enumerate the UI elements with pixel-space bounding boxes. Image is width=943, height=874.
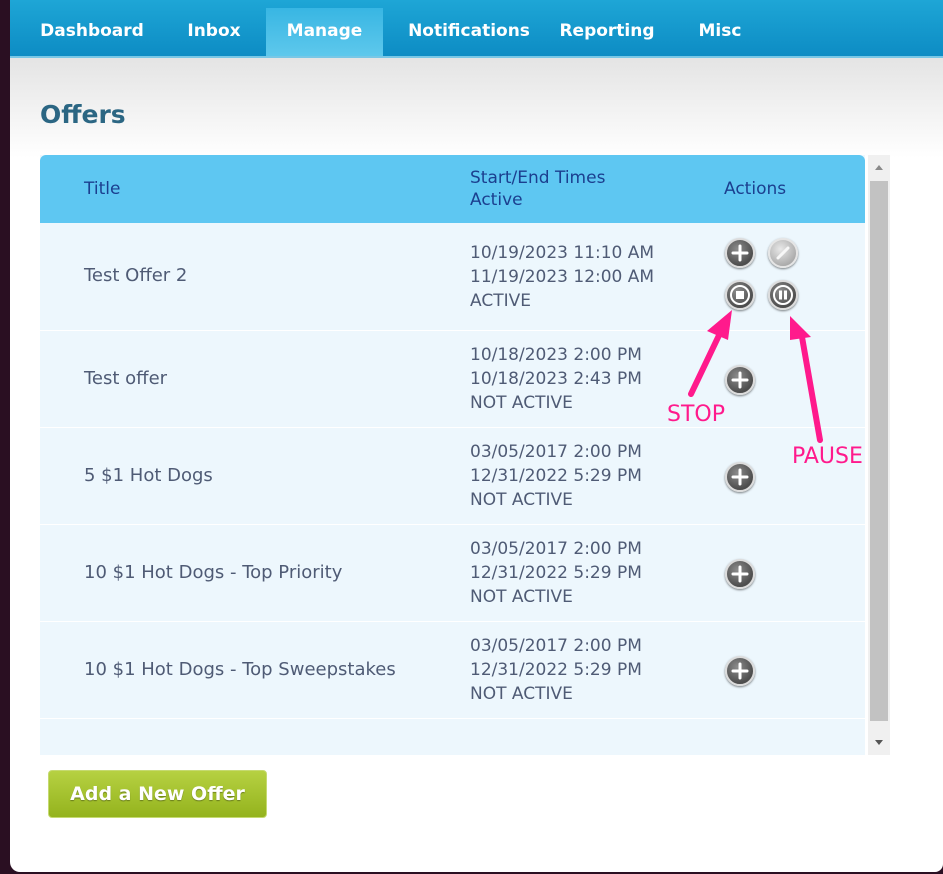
offer-status: NOT ACTIVE	[470, 393, 573, 413]
add-icon[interactable]	[725, 559, 755, 589]
offer-start-time: 10/19/2023 11:10 AM	[470, 243, 655, 263]
offer-end-time: 12/31/2022 5:29 PM	[470, 660, 642, 680]
add-icon[interactable]	[725, 365, 755, 395]
table-row: 10 $1 Hot Dogs - Top Sweepstakes 03/05/2…	[40, 622, 865, 719]
offer-status: NOT ACTIVE	[470, 490, 573, 510]
table-header: Title Start/End Times Active Actions	[40, 155, 865, 223]
table-row: 10 $1 Hot Dogs - Top Priority 03/05/2017…	[40, 525, 865, 622]
stop-icon[interactable]	[725, 280, 755, 310]
column-header-title: Title	[84, 179, 121, 199]
nav-misc[interactable]: Misc	[686, 8, 754, 56]
offer-status: NOT ACTIVE	[470, 684, 573, 704]
pause-icon[interactable]	[768, 280, 798, 310]
add-new-offer-button[interactable]: Add a New Offer	[48, 770, 267, 818]
offer-start-time: 03/05/2017 2:00 PM	[470, 539, 642, 559]
offer-times: 03/05/2017 2:00 PM 12/31/2022 5:29 PM NO…	[470, 537, 642, 609]
nav-inbox[interactable]: Inbox	[168, 8, 260, 56]
table-row: Test offer 10/18/2023 2:00 PM 10/18/2023…	[40, 331, 865, 428]
offer-start-time: 03/05/2017 2:00 PM	[470, 442, 642, 462]
nav-dashboard[interactable]: Dashboard	[30, 8, 154, 56]
column-header-times-line2: Active	[470, 190, 523, 210]
nav-notifications[interactable]: Notifications	[394, 8, 544, 56]
offer-times: 03/05/2017 2:00 PM 12/31/2022 5:29 PM NO…	[470, 634, 642, 706]
nav-manage[interactable]: Manage	[266, 8, 383, 56]
offer-times: 10/18/2023 2:00 PM 10/18/2023 2:43 PM NO…	[470, 343, 642, 415]
offer-end-time: 10/18/2023 2:43 PM	[470, 369, 642, 389]
offer-title[interactable]: Test offer	[84, 368, 167, 389]
add-icon[interactable]	[725, 462, 755, 492]
offer-title[interactable]: Test Offer 2	[84, 265, 187, 286]
offer-end-time: 12/31/2022 5:29 PM	[470, 563, 642, 583]
offer-title[interactable]: 10 $1 Hot Dogs - Top Priority	[84, 562, 342, 583]
offer-times: 03/05/2017 2:00 PM 12/31/2022 5:29 PM NO…	[470, 440, 642, 512]
page-title: Offers	[40, 100, 126, 129]
top-navigation: Dashboard Inbox Manage Notifications Rep…	[10, 0, 943, 58]
table-row: Test Offer 2 10/19/2023 11:10 AM 11/19/2…	[40, 223, 865, 331]
app-frame: Dashboard Inbox Manage Notifications Rep…	[10, 0, 943, 872]
add-icon[interactable]	[725, 238, 755, 268]
table-row: 5 $1 Hot Dogs 03/05/2017 2:00 PM 12/31/2…	[40, 428, 865, 525]
offer-title[interactable]: 5 $1 Hot Dogs	[84, 465, 213, 486]
scroll-thumb[interactable]	[870, 181, 888, 721]
pause-annotation-label: PAUSE	[792, 444, 863, 469]
offer-start-time: 03/05/2017 2:00 PM	[470, 636, 642, 656]
add-icon[interactable]	[725, 656, 755, 686]
offer-title[interactable]: 10 $1 Hot Dogs - Top Sweepstakes	[84, 659, 396, 680]
column-header-times-line1: Start/End Times	[470, 168, 606, 188]
offer-end-time: 12/31/2022 5:29 PM	[470, 466, 642, 486]
content-header-bg	[10, 58, 943, 158]
edit-icon	[768, 238, 798, 268]
column-header-actions: Actions	[724, 179, 787, 199]
scroll-up-arrow-icon[interactable]	[868, 155, 890, 179]
nav-reporting[interactable]: Reporting	[552, 8, 662, 56]
offers-table: Title Start/End Times Active Actions Tes…	[40, 155, 865, 755]
offer-end-time: 11/19/2023 12:00 AM	[470, 267, 655, 287]
offer-times: 10/19/2023 11:10 AM 11/19/2023 12:00 AM …	[470, 241, 654, 313]
stop-annotation-label: STOP	[667, 402, 725, 427]
scroll-down-arrow-icon[interactable]	[868, 731, 890, 755]
offer-status: NOT ACTIVE	[470, 587, 573, 607]
offer-start-time: 10/18/2023 2:00 PM	[470, 345, 642, 365]
table-scrollbar[interactable]	[868, 155, 890, 755]
column-header-times: Start/End Times Active	[470, 167, 605, 211]
offer-status: ACTIVE	[470, 291, 531, 311]
